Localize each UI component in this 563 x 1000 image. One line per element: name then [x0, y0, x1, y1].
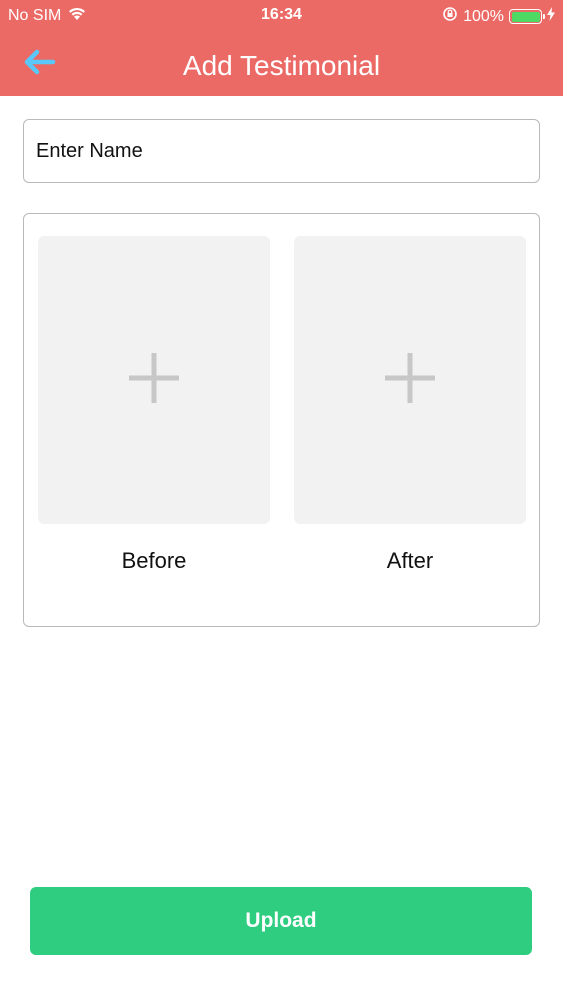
rotation-lock-icon — [442, 6, 458, 27]
plus-icon — [385, 352, 435, 408]
charging-icon — [547, 7, 555, 26]
upload-button-label: Upload — [245, 909, 317, 932]
before-photo-slot[interactable] — [38, 236, 270, 524]
battery-icon — [509, 9, 545, 24]
status-right: 100% — [442, 6, 555, 27]
after-label: After — [386, 548, 434, 573]
after-photo-slot[interactable] — [294, 236, 526, 524]
battery-percent: 100% — [463, 7, 504, 25]
plus-icon — [129, 352, 179, 408]
battery-fill — [511, 11, 540, 22]
name-input[interactable] — [23, 119, 540, 183]
battery-cap — [542, 14, 545, 19]
before-label: Before — [121, 548, 187, 573]
upload-button[interactable]: Upload — [30, 887, 532, 955]
header: No SIM 16:34 100% Add Testimonial — [0, 0, 563, 96]
status-bar: No SIM 16:34 100% — [0, 0, 563, 30]
nav-bar: Add Testimonial — [0, 30, 563, 96]
photo-card: Before After — [23, 213, 540, 627]
page-title: Add Testimonial — [182, 50, 381, 81]
